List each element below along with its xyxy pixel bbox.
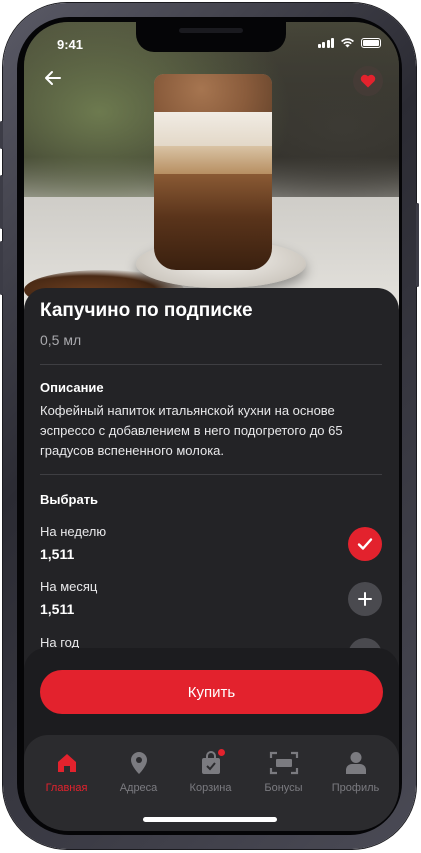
buy-button[interactable]: Купить (40, 670, 383, 714)
description-heading: Описание (40, 380, 104, 395)
dynamic-island (136, 22, 286, 52)
side-button (0, 121, 3, 149)
tab-addresses[interactable]: Адреса (101, 749, 176, 799)
tab-label: Главная (45, 782, 88, 794)
tab-profile[interactable]: Профиль (318, 749, 393, 799)
cellular-signal-icon (317, 37, 334, 48)
option-price: 1,511 (40, 601, 75, 617)
tab-cart[interactable]: Корзина (173, 749, 248, 799)
power-button (416, 203, 419, 287)
option-label: На неделю (40, 524, 107, 539)
product-title: Капучино по подписке (40, 300, 253, 321)
divider (40, 474, 382, 475)
option-selected-button[interactable] (348, 527, 382, 561)
wifi-icon (341, 38, 354, 48)
status-time: 9:41 (57, 37, 84, 52)
option-add-button[interactable] (348, 582, 382, 616)
back-button[interactable] (40, 68, 66, 94)
speaker-slot (179, 28, 243, 33)
home-indicator (143, 817, 277, 822)
home-icon (57, 754, 76, 772)
heart-icon (360, 74, 376, 88)
product-volume: 0,5 мл (40, 332, 82, 348)
product-photo (24, 22, 399, 322)
arrow-left-icon (45, 71, 61, 85)
checkmark-icon (357, 538, 373, 550)
cappuccino-glass (154, 74, 272, 270)
user-icon (345, 752, 366, 774)
description-text: Кофейный напиток итальянской кухни на ос… (40, 403, 343, 458)
tab-bonuses[interactable]: Бонусы (246, 749, 321, 799)
tab-label: Корзина (189, 782, 232, 794)
battery-icon (361, 37, 381, 48)
screen: 9:41 Капучино по подписке 0,5 мл Описани… (24, 22, 399, 831)
tab-label: Профиль (331, 782, 380, 794)
option-label: На месяц (40, 579, 98, 594)
volume-up-button (0, 175, 3, 229)
map-pin-icon (130, 752, 147, 774)
tab-label: Адреса (119, 782, 158, 794)
favorite-button[interactable] (353, 66, 383, 96)
divider (40, 364, 382, 365)
volume-down-button (0, 241, 3, 295)
choose-heading: Выбрать (40, 492, 99, 507)
tab-label: Бонусы (264, 782, 303, 794)
plus-icon (358, 592, 372, 606)
option-price: 1,511 (40, 546, 75, 562)
tab-home[interactable]: Главная (29, 749, 104, 799)
barcode-scan-icon (269, 751, 298, 775)
cart-badge (218, 749, 225, 756)
status-bar: 9:41 (24, 22, 399, 66)
